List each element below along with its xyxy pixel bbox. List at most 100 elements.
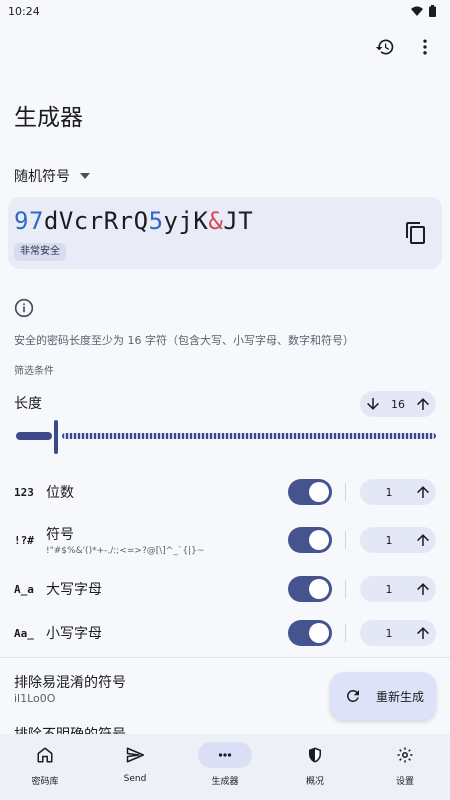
more-vert-icon — [423, 39, 427, 55]
status-time: 10:24 — [8, 4, 40, 18]
nav-item-indicator — [378, 742, 432, 768]
decrease-length-button[interactable] — [364, 395, 382, 413]
increase-minimum-button[interactable] — [414, 580, 432, 598]
nav-item-indicator — [108, 742, 162, 768]
password-segment: 97 — [14, 207, 44, 235]
option-description: !"#$%&'()*+-./:;<=>?@[\]^_`{|}~ — [46, 546, 205, 556]
length-stepper: 16 — [360, 391, 436, 417]
page-title: 生成器 — [14, 105, 83, 131]
nav-item-label: 生成器 — [211, 777, 239, 787]
minimum-value[interactable]: 1 — [364, 583, 414, 596]
option-toggle[interactable] — [288, 576, 332, 602]
filter-section-label: 筛选条件 — [14, 366, 54, 377]
option-label-group: 小写字母 — [46, 623, 102, 643]
dropdown-arrow-icon — [80, 173, 90, 179]
password-segment: yjK — [163, 207, 209, 235]
option-toggle[interactable] — [288, 620, 332, 646]
info-icon — [14, 298, 34, 318]
exclude-ambiguous-title: 排除易混淆的符号 — [14, 675, 126, 691]
option-label-group: 大写字母 — [46, 579, 102, 599]
info-button[interactable] — [14, 298, 34, 322]
option-row: !?# 符号 !"#$%&'()*+-./:;<=>?@[\]^_`{|}~ 1 — [14, 520, 436, 560]
nav-item-indicator — [198, 742, 252, 768]
nav-item-indicator — [288, 742, 342, 768]
option-label: 大写字母 — [46, 582, 102, 598]
increase-minimum-button[interactable] — [414, 483, 432, 501]
password-segment: dVcrRrQ — [43, 207, 149, 235]
generator-icon — [218, 753, 232, 757]
option-icon: Aa̲ — [14, 626, 34, 640]
status-icons — [411, 5, 436, 17]
length-slider[interactable] — [14, 420, 436, 454]
increase-minimum-button[interactable] — [414, 624, 432, 642]
regenerate-label: 重新生成 — [376, 689, 425, 704]
nav-item-indicator — [18, 742, 72, 768]
settings-icon — [397, 747, 413, 763]
option-label-group: 符号 !"#$%&'()*+-./:;<=>?@[\]^_`{|}~ — [46, 524, 204, 556]
option-icon: 123 — [14, 485, 34, 499]
nav-item[interactable]: 设置 — [370, 742, 440, 787]
length-value[interactable]: 16 — [382, 398, 414, 411]
slider-thumb[interactable] — [54, 420, 58, 454]
password-segment: 5 — [148, 207, 164, 235]
strength-badge: 非常安全 — [14, 243, 66, 261]
option-label: 小写字母 — [46, 626, 102, 642]
status-bar: 10:24 — [0, 0, 450, 22]
nav-item-label: 概况 — [305, 777, 324, 787]
wifi-icon — [411, 6, 423, 16]
send-icon — [126, 747, 144, 763]
length-label: 长度 — [14, 396, 42, 412]
copy-button[interactable] — [404, 221, 428, 245]
option-icon: A̲a — [14, 582, 34, 596]
more-options-button[interactable] — [408, 30, 442, 64]
divider — [345, 483, 346, 501]
option-row: Aa̲ 小写字母 1 — [14, 613, 436, 653]
minimum-stepper: 1 — [360, 620, 436, 646]
nav-item-label: 密码库 — [31, 777, 59, 787]
divider — [345, 531, 346, 549]
slider-inactive-track — [62, 433, 436, 439]
home-icon — [37, 747, 53, 763]
generator-type-dropdown[interactable]: 随机符号 — [14, 166, 90, 186]
nav-item-label: Send — [123, 774, 147, 784]
option-label: 符号 — [46, 527, 74, 543]
increase-minimum-button[interactable] — [414, 531, 432, 549]
password-segment: & — [208, 207, 224, 235]
minimum-stepper: 1 — [360, 527, 436, 553]
nav-item[interactable]: 生成器 — [190, 742, 260, 787]
option-toggle[interactable] — [288, 479, 332, 505]
copy-icon — [406, 222, 425, 244]
regenerate-button[interactable]: 重新生成 — [330, 672, 436, 720]
nav-item[interactable]: 密码库 — [10, 742, 80, 787]
slider-active-track — [16, 432, 52, 440]
option-label: 位数 — [46, 485, 74, 501]
info-text: 安全的密码长度至少为 16 字符（包含大写、小写字母、数字和符号） — [14, 334, 354, 347]
nav-item[interactable]: Send — [100, 742, 170, 784]
option-row: A̲a 大写字母 1 — [14, 569, 436, 609]
option-toggle[interactable] — [288, 527, 332, 553]
option-icon: !?# — [14, 533, 34, 547]
minimum-value[interactable]: 1 — [364, 534, 414, 547]
password-segment: JT — [223, 207, 254, 235]
password-card: 97dVcrRrQ5yjK&JT 非常安全 — [8, 197, 442, 269]
section-divider — [0, 657, 450, 658]
history-button[interactable] — [368, 30, 402, 64]
battery-icon — [429, 5, 436, 17]
increase-length-button[interactable] — [414, 395, 432, 413]
refresh-icon — [346, 690, 359, 702]
option-row: 123 位数 1 — [14, 472, 436, 512]
minimum-stepper: 1 — [360, 479, 436, 505]
minimum-value[interactable]: 1 — [364, 486, 414, 499]
app-bar-actions — [368, 30, 442, 64]
exclude-ambiguous-chars: il1Lo0O — [14, 692, 56, 705]
history-icon — [375, 39, 394, 55]
option-label-group: 位数 — [46, 482, 74, 502]
exclude-unclear-title: 排除不明确的符号 — [14, 724, 126, 734]
minimum-stepper: 1 — [360, 576, 436, 602]
bottom-navigation: 密码库 Send 生成器 概况 设置 — [0, 734, 450, 800]
shield-icon — [309, 747, 321, 763]
generated-password: 97dVcrRrQ5yjK&JT — [14, 207, 253, 235]
minimum-value[interactable]: 1 — [364, 627, 414, 640]
generator-type-label: 随机符号 — [14, 169, 70, 185]
nav-item[interactable]: 概况 — [280, 742, 350, 787]
